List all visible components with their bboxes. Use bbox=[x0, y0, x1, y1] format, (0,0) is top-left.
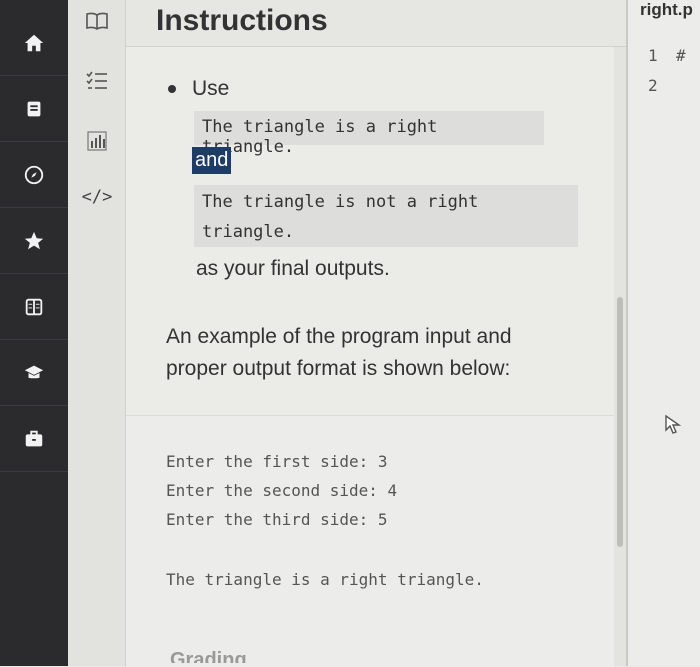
example-line-3: Enter the third side: 5 bbox=[166, 510, 388, 529]
nav-courses[interactable] bbox=[0, 340, 68, 406]
example-output-box: Enter the first side: 3 Enter the second… bbox=[126, 415, 614, 667]
book-icon bbox=[27, 101, 41, 116]
output-not-right-line1: The triangle is not a right bbox=[202, 192, 479, 212]
example-intro-line2: proper output format is shown below: bbox=[166, 357, 511, 380]
checklist-tool[interactable] bbox=[82, 66, 112, 96]
checklist-icon bbox=[86, 71, 107, 89]
nav-home[interactable] bbox=[0, 10, 68, 76]
example-result: The triangle is a right triangle. bbox=[166, 570, 484, 589]
final-outputs-text: as your final outputs. bbox=[196, 257, 390, 280]
instructions-header: Instructions bbox=[126, 0, 626, 47]
code-editor-pane[interactable]: right.p 1 # 2 bbox=[626, 0, 700, 666]
editor-file-tab[interactable]: right.p bbox=[640, 0, 693, 20]
bullet-dot-icon bbox=[168, 85, 176, 94]
nav-favorites[interactable] bbox=[0, 208, 68, 274]
nav-book[interactable] bbox=[0, 76, 68, 142]
line-number: 1 bbox=[648, 46, 658, 65]
code-icon: </> bbox=[81, 187, 113, 207]
star-icon bbox=[24, 231, 44, 249]
selected-text-and: and bbox=[192, 147, 232, 174]
graduation-cap-icon bbox=[24, 365, 44, 378]
code-output-not-right: The triangle is not a right triangle. bbox=[194, 185, 578, 247]
example-intro-line1: An example of the program input and bbox=[166, 325, 512, 348]
nav-library[interactable] bbox=[0, 274, 68, 340]
bullet-use: Use bbox=[168, 77, 229, 101]
example-line-2: Enter the second side: 4 bbox=[166, 481, 398, 500]
mouse-cursor-icon bbox=[665, 414, 682, 434]
line-code[interactable]: # bbox=[676, 46, 686, 65]
instructions-content: Use The triangle is a right triangle. an… bbox=[126, 47, 614, 667]
nav-jobs[interactable] bbox=[0, 406, 68, 472]
briefcase-icon bbox=[25, 430, 43, 446]
instructions-scrollbar[interactable] bbox=[614, 47, 626, 666]
output-right-text: The triangle is a right triangle. bbox=[202, 117, 438, 157]
stats-tool[interactable] bbox=[82, 126, 112, 156]
use-label: Use bbox=[192, 77, 230, 100]
nav-explore[interactable] bbox=[0, 142, 68, 208]
line-number: 2 bbox=[648, 76, 658, 95]
book-open-icon bbox=[86, 12, 108, 30]
main-nav bbox=[0, 0, 68, 666]
code-output-right: The triangle is a right triangle. bbox=[194, 111, 544, 157]
scroll-thumb[interactable] bbox=[617, 297, 623, 547]
compass-icon bbox=[24, 165, 44, 184]
code-tool[interactable]: </> bbox=[81, 182, 113, 212]
editor-gutter: 1 # 2 bbox=[638, 46, 696, 106]
instructions-tool[interactable] bbox=[82, 6, 112, 36]
page-title: Instructions bbox=[156, 4, 328, 37]
bar-chart-icon bbox=[87, 131, 107, 151]
example-intro: An example of the program input and prop… bbox=[166, 321, 512, 385]
tools-column: </> bbox=[68, 0, 126, 666]
example-line-1: Enter the first side: 3 bbox=[166, 452, 388, 471]
home-icon bbox=[24, 34, 44, 51]
library-icon bbox=[25, 298, 43, 315]
grading-heading: Grading bbox=[170, 649, 247, 663]
output-not-right-line2: triangle. bbox=[202, 222, 295, 242]
